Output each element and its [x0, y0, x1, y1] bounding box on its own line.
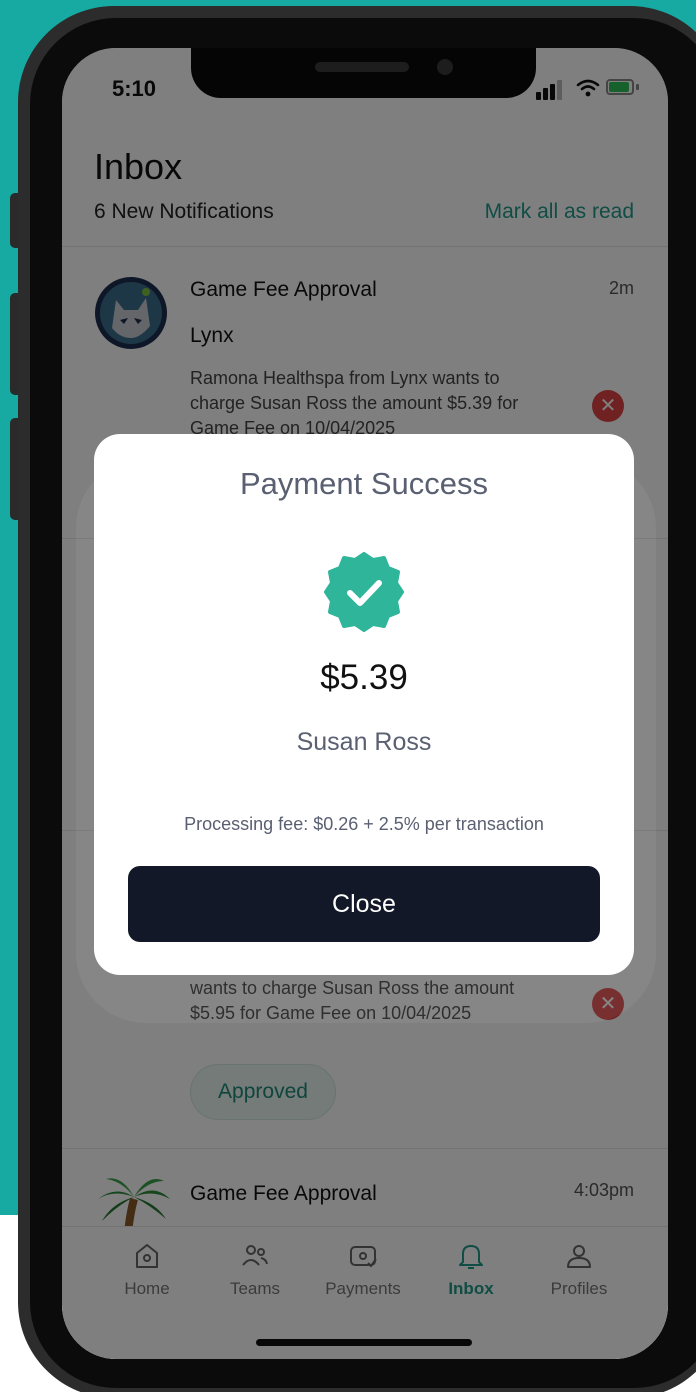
payer-name: Susan Ross: [296, 728, 432, 756]
close-button[interactable]: Close: [128, 866, 600, 942]
processing-fee-note: Processing fee: $0.26 + 2.5% per transac…: [184, 814, 544, 834]
payment-success-modal: Payment Success $5.39 Susan Ross Process…: [94, 434, 634, 975]
modal-title: Payment Success: [239, 466, 489, 501]
payment-amount: $5.39: [320, 658, 408, 697]
success-check-icon: [324, 552, 404, 632]
